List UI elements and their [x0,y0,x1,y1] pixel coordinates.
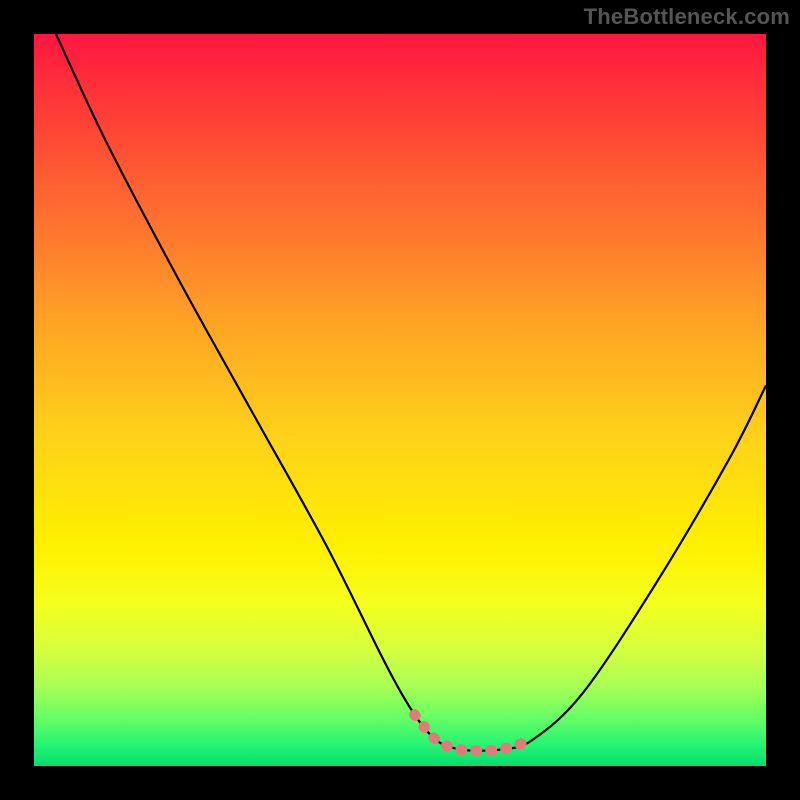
plot-area [34,34,766,766]
watermark-text: TheBottleneck.com [584,4,790,30]
highlight-curve [415,715,532,751]
bottleneck-curve [56,34,766,751]
curve-svg [34,34,766,766]
chart-frame: TheBottleneck.com [0,0,800,800]
